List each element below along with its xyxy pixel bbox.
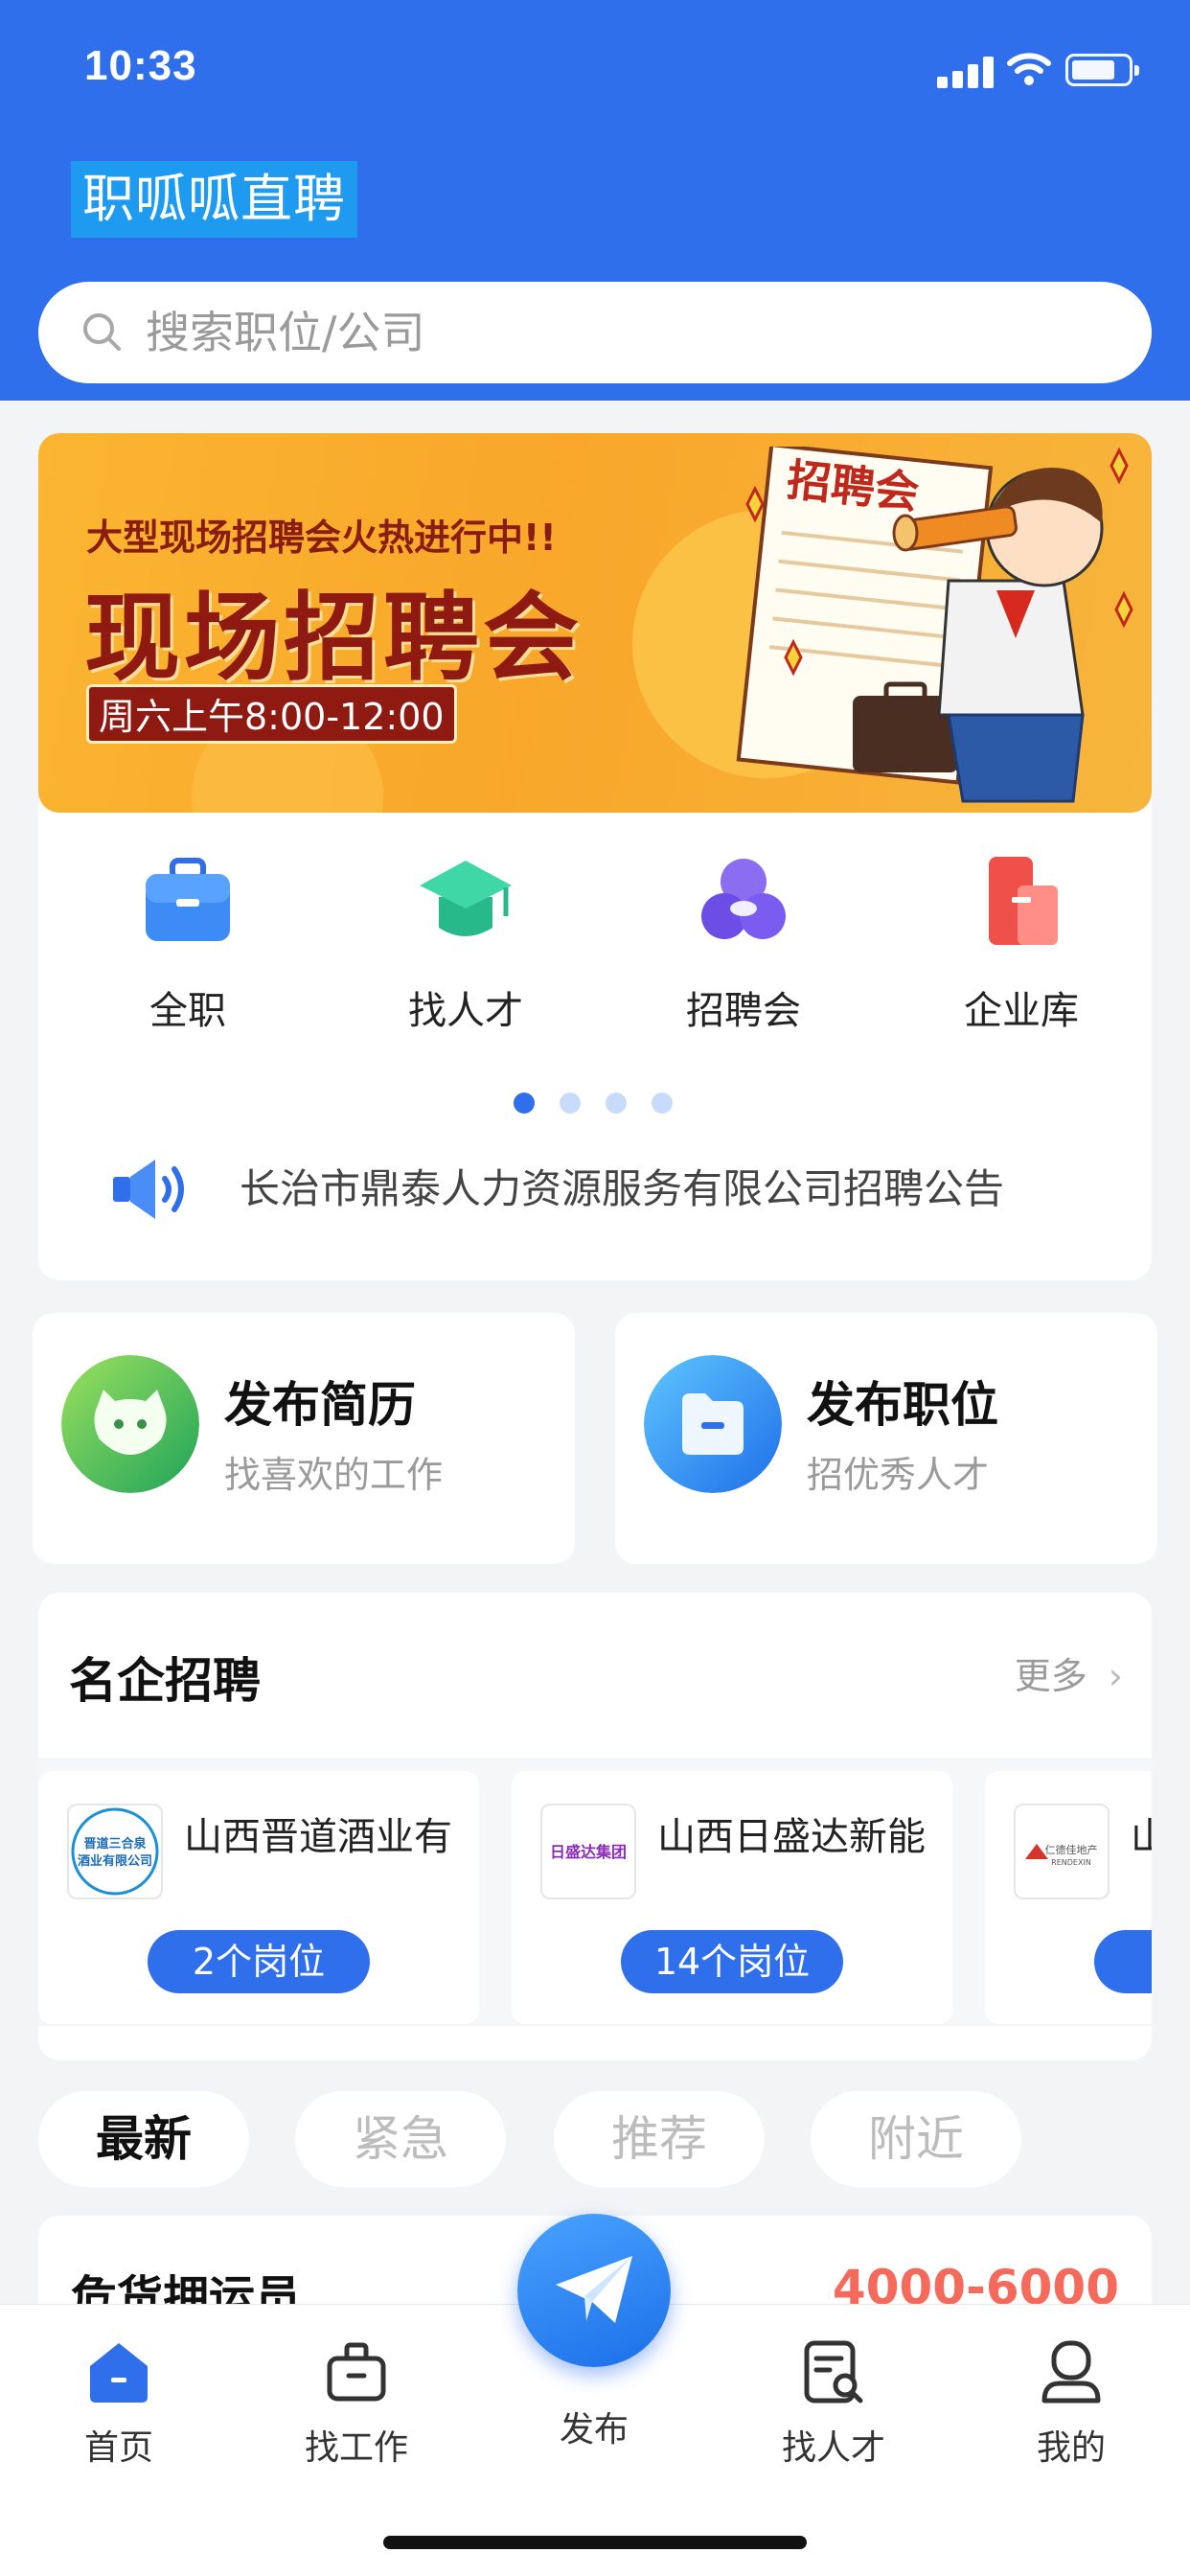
tab-recommended[interactable]: 推荐	[554, 2091, 765, 2187]
publish-job-card[interactable]: 发布职位 招优秀人才	[615, 1313, 1157, 1564]
folder-icon	[644, 1355, 782, 1493]
nav-find-job[interactable]: 找工作	[261, 2324, 452, 2468]
building-icon	[989, 857, 1058, 945]
company-card[interactable]: 晋道三合泉 酒业有限公司 山西晋道酒业有 2个岗位	[38, 1771, 479, 2024]
notice-text[interactable]: 长治市鼎泰人力资源服务有限公司招聘公告	[240, 1158, 1004, 1221]
search-placeholder: 搜索职位/公司	[146, 307, 425, 358]
people-group-icon	[701, 859, 786, 939]
search-icon	[83, 313, 121, 351]
battery-icon	[1065, 54, 1139, 86]
positions-badge[interactable]: 14个岗位	[621, 1930, 843, 1993]
publish-fab-button[interactable]	[517, 2214, 671, 2367]
briefcase-icon	[327, 2342, 386, 2402]
quick-entry-talent[interactable]: 找人才	[351, 853, 581, 1035]
company-logo: 晋道三合泉 酒业有限公司	[67, 1804, 163, 1899]
svg-text:晋道三合泉: 晋道三合泉	[83, 1836, 147, 1852]
famous-companies-section: 名企招聘 更多 › 晋道三合泉 酒业有限公司 山西晋道酒业有 2个岗位 日盛达集…	[38, 1593, 1152, 2060]
svg-text:酒业有限公司: 酒业有限公司	[78, 1853, 152, 1869]
company-name: 山西晋道酒业有	[184, 1815, 452, 1859]
wifi-icon	[1007, 53, 1051, 85]
nav-home[interactable]: 首页	[23, 2324, 215, 2468]
header: 10:33 职呱呱直聘 搜索职位/公司	[0, 0, 1190, 401]
quick-entry-label: 企业库	[964, 989, 1079, 1033]
nav-label: 找工作	[304, 2428, 408, 2468]
mascot-icon	[61, 1355, 199, 1493]
company-logo: 日盛达集团	[540, 1804, 636, 1899]
more-link[interactable]: 更多 ›	[1015, 1646, 1123, 1699]
chevron-right-icon: ›	[1108, 1655, 1123, 1697]
company-list[interactable]: 晋道三合泉 酒业有限公司 山西晋道酒业有 2个岗位 日盛达集团 山西日盛达新能 …	[38, 1758, 1152, 2026]
quick-entry-label: 招聘会	[686, 989, 801, 1033]
publish-resume-subtitle: 找喜欢的工作	[224, 1454, 444, 1496]
publish-resume-title: 发布简历	[224, 1377, 416, 1433]
status-bar: 10:33	[0, 0, 1190, 144]
app-title: 职呱呱直聘	[71, 161, 357, 238]
nav-label: 我的	[1036, 2428, 1106, 2468]
nav-label: 发布	[559, 2410, 629, 2450]
tab-nearby[interactable]: 附近	[811, 2091, 1021, 2187]
search-input[interactable]: 搜索职位/公司	[38, 282, 1152, 383]
paper-plane-icon	[556, 2256, 632, 2323]
banner[interactable]: 大型现场招聘会火热进行中!! 现场招聘会 周六上午8:00-12:00 招聘会	[38, 433, 1152, 813]
quick-entry-companies[interactable]: 企业库	[906, 853, 1136, 1035]
home-indicator	[383, 2536, 807, 2549]
company-name: 山	[1131, 1815, 1152, 1859]
home-icon	[90, 2343, 148, 2403]
quick-entry-jobfair[interactable]: 招聘会	[629, 853, 858, 1035]
section-title: 名企招聘	[69, 1653, 261, 1709]
company-logo: 仁德佳地产 RENDEXIN	[1014, 1804, 1110, 1899]
more-label: 更多	[1014, 1655, 1087, 1697]
nav-label: 找人才	[781, 2428, 885, 2468]
home-top-card: 大型现场招聘会火热进行中!! 现场招聘会 周六上午8:00-12:00 招聘会	[38, 433, 1152, 1280]
company-name: 山西日盛达新能	[657, 1815, 926, 1859]
svg-text:RENDEXIN: RENDEXIN	[1051, 1858, 1091, 1867]
graduation-cap-icon	[420, 861, 512, 936]
publish-job-title: 发布职位	[807, 1377, 998, 1433]
publish-resume-card[interactable]: 发布简历 找喜欢的工作	[33, 1313, 575, 1564]
company-card[interactable]: 日盛达集团 山西日盛达新能 14个岗位	[512, 1771, 952, 2024]
tab-latest[interactable]: 最新	[38, 2091, 249, 2187]
positions-badge[interactable]: 2个岗位	[148, 1930, 370, 1993]
quick-entry-label: 找人才	[408, 989, 523, 1033]
signal-icon	[937, 54, 995, 88]
user-icon	[1041, 2340, 1101, 2404]
publish-job-subtitle: 招优秀人才	[807, 1454, 990, 1496]
banner-title: 现场招聘会	[84, 582, 583, 694]
speaker-icon	[113, 1160, 184, 1219]
svg-text:仁德佳地产: 仁德佳地产	[1045, 1843, 1098, 1856]
company-card[interactable]: 仁德佳地产 RENDEXIN 山 6	[985, 1771, 1152, 2024]
positions-badge[interactable]: 6	[1094, 1930, 1152, 1993]
nav-mine[interactable]: 我的	[975, 2324, 1167, 2468]
status-time: 10:33	[84, 42, 197, 89]
svg-text:日盛达集团: 日盛达集团	[550, 1843, 627, 1861]
banner-subtitle: 大型现场招聘会火热进行中!!	[86, 517, 557, 559]
nav-label: 首页	[83, 2428, 153, 2468]
quick-entry-label: 全职	[149, 989, 226, 1033]
resume-search-icon	[804, 2340, 863, 2404]
nav-find-talent[interactable]: 找人才	[738, 2324, 929, 2468]
tab-urgent[interactable]: 紧急	[295, 2091, 506, 2187]
quick-entry-fulltime[interactable]: 全职	[73, 853, 303, 1035]
carousel-indicator	[514, 1092, 686, 1114]
recruiter-illustration: 招聘会	[736, 447, 1133, 803]
briefcase-icon	[146, 858, 230, 941]
banner-time: 周六上午8:00-12:00	[86, 684, 457, 744]
